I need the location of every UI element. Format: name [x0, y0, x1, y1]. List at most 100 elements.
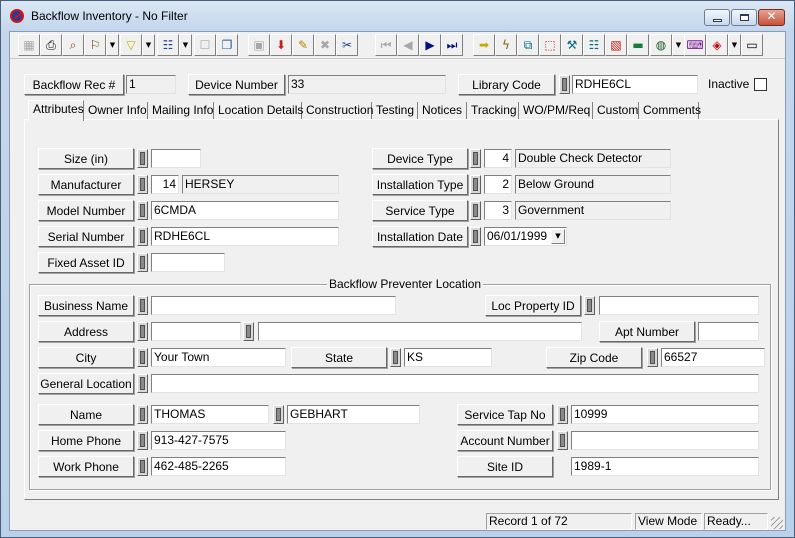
lock-icon[interactable]	[557, 431, 568, 450]
fixed-asset-id-field[interactable]	[151, 253, 225, 272]
backflow-rec-button[interactable]: Backflow Rec #	[24, 74, 124, 95]
size-field[interactable]	[151, 149, 201, 168]
loc-property-id-button[interactable]: Loc Property ID	[485, 295, 581, 316]
lock-icon[interactable]	[137, 374, 148, 393]
report-button[interactable]: ☷	[157, 34, 179, 56]
installation-date-picker[interactable]: 06/01/1999 ▼	[484, 227, 567, 246]
account-number-button[interactable]: Account Number	[457, 430, 553, 451]
lock-icon[interactable]	[390, 348, 401, 367]
tab-attributes[interactable]: Attributes	[28, 100, 84, 121]
loc-property-id-field[interactable]	[599, 296, 759, 315]
manufacturer-code-field[interactable]: 14	[151, 175, 179, 194]
general-location-field[interactable]	[151, 374, 759, 393]
keyboard-button[interactable]: ⌨	[684, 34, 706, 56]
device-type-button[interactable]: Device Type	[372, 148, 468, 169]
report-dropdown-button[interactable]: ▼	[179, 34, 192, 56]
first-name-field[interactable]: THOMAS	[151, 405, 269, 424]
work-order-button[interactable]: ⚒	[561, 34, 583, 56]
serial-number-field[interactable]: RDHE6CL	[151, 227, 339, 246]
home-phone-button[interactable]: Home Phone	[38, 430, 134, 451]
edit-button[interactable]: ✎	[292, 34, 314, 56]
last-name-field[interactable]: GEBHART	[287, 405, 420, 424]
tab-comments[interactable]: Comments	[639, 102, 701, 120]
lock-icon[interactable]	[137, 296, 148, 315]
lock-icon[interactable]	[137, 201, 148, 220]
lock-icon[interactable]	[243, 322, 254, 341]
lock-icon[interactable]	[137, 322, 148, 341]
zip-code-field[interactable]: 66527	[661, 348, 765, 367]
find-button[interactable]: ⚐	[84, 34, 106, 56]
filter-button[interactable]: ▽	[120, 34, 142, 56]
installation-date-button[interactable]: Installation Date	[372, 226, 468, 247]
manufacturer-button[interactable]: Manufacturer	[38, 174, 134, 195]
home-phone-field[interactable]: 913-427-7575	[151, 431, 286, 450]
save-button[interactable]: ▣	[248, 34, 270, 56]
print-preview-button[interactable]: ⌕	[62, 34, 84, 56]
state-field[interactable]: KS	[404, 348, 492, 367]
maximize-button[interactable]	[731, 9, 757, 26]
copy-record-button[interactable]: ❐	[216, 34, 238, 56]
resize-grip[interactable]	[771, 517, 783, 529]
apt-number-field[interactable]	[698, 322, 759, 341]
first-record-button[interactable]: ⏮	[375, 34, 397, 56]
lock-icon[interactable]	[137, 227, 148, 246]
library-code-field[interactable]: RDHE6CL	[572, 75, 698, 94]
size-button[interactable]: Size (in)	[38, 148, 134, 169]
tab-notices[interactable]: Notices	[418, 102, 467, 120]
tab-wo-pm-req[interactable]: WO/PM/Req	[519, 102, 593, 120]
inactive-checkbox[interactable]	[754, 78, 767, 91]
tab-custom[interactable]: Custom	[593, 102, 639, 120]
lock-icon[interactable]	[137, 149, 148, 168]
lock-icon[interactable]	[470, 175, 481, 194]
close-button[interactable]: ✕	[758, 9, 785, 26]
model-number-field[interactable]: 6CMDA	[151, 201, 339, 220]
service-type-button[interactable]: Service Type	[372, 200, 468, 221]
site-id-field[interactable]: 1989-1	[571, 457, 759, 476]
lock-icon[interactable]	[584, 296, 595, 315]
tab-mailing-info[interactable]: Mailing Info	[148, 102, 214, 120]
help-book-button[interactable]: ◈	[706, 34, 728, 56]
work-phone-button[interactable]: Work Phone	[38, 456, 134, 477]
business-name-button[interactable]: Business Name	[38, 295, 134, 316]
model-number-button[interactable]: Model Number	[38, 200, 134, 221]
lock-icon[interactable]	[647, 348, 658, 367]
related-button[interactable]: ⧉	[517, 34, 539, 56]
find-dropdown-button[interactable]: ▼	[106, 34, 119, 56]
library-code-button[interactable]: Library Code	[458, 74, 555, 95]
next-record-button[interactable]: ▶	[419, 34, 441, 56]
city-field[interactable]: Your Town	[151, 348, 286, 367]
lock-icon[interactable]	[137, 253, 148, 272]
business-name-field[interactable]	[151, 296, 396, 315]
minimize-button[interactable]	[704, 9, 730, 26]
filter-dropdown-button[interactable]: ▼	[142, 34, 155, 56]
map-view-button[interactable]: ▧	[605, 34, 627, 56]
lock-icon[interactable]	[557, 405, 568, 424]
service-type-code-field[interactable]: 3	[484, 201, 512, 220]
device-number-button[interactable]: Device Number	[188, 74, 285, 95]
lock-icon[interactable]	[137, 405, 148, 424]
exit-button[interactable]: ▭	[741, 34, 763, 56]
tab-owner-info[interactable]: Owner Info	[84, 102, 148, 120]
gis-globe-button[interactable]: ◍	[650, 34, 672, 56]
address-button[interactable]: Address	[38, 321, 134, 342]
state-button[interactable]: State	[291, 347, 387, 368]
name-button[interactable]: Name	[38, 404, 134, 425]
city-button[interactable]: City	[38, 347, 134, 368]
help-book-dropdown-button[interactable]: ▼	[728, 34, 741, 56]
view-toggle-button[interactable]: ▦	[18, 34, 40, 56]
lock-icon[interactable]	[137, 457, 148, 476]
quick-action-button[interactable]: ϟ	[495, 34, 517, 56]
serial-number-button[interactable]: Serial Number	[38, 226, 134, 247]
lock-icon[interactable]	[559, 75, 570, 94]
installation-type-code-field[interactable]: 2	[484, 175, 512, 194]
apt-number-button[interactable]: Apt Number	[599, 321, 695, 342]
chevron-down-icon[interactable]: ▼	[551, 229, 565, 244]
lock-icon[interactable]	[137, 175, 148, 194]
calendar-button[interactable]: ☷	[583, 34, 605, 56]
site-id-button[interactable]: Site ID	[457, 456, 553, 477]
lock-icon[interactable]	[137, 431, 148, 450]
toolbox-button[interactable]: ▬	[627, 34, 649, 56]
lock-icon[interactable]	[273, 405, 284, 424]
previous-record-button[interactable]: ◀	[397, 34, 419, 56]
service-tap-no-button[interactable]: Service Tap No	[457, 404, 553, 425]
